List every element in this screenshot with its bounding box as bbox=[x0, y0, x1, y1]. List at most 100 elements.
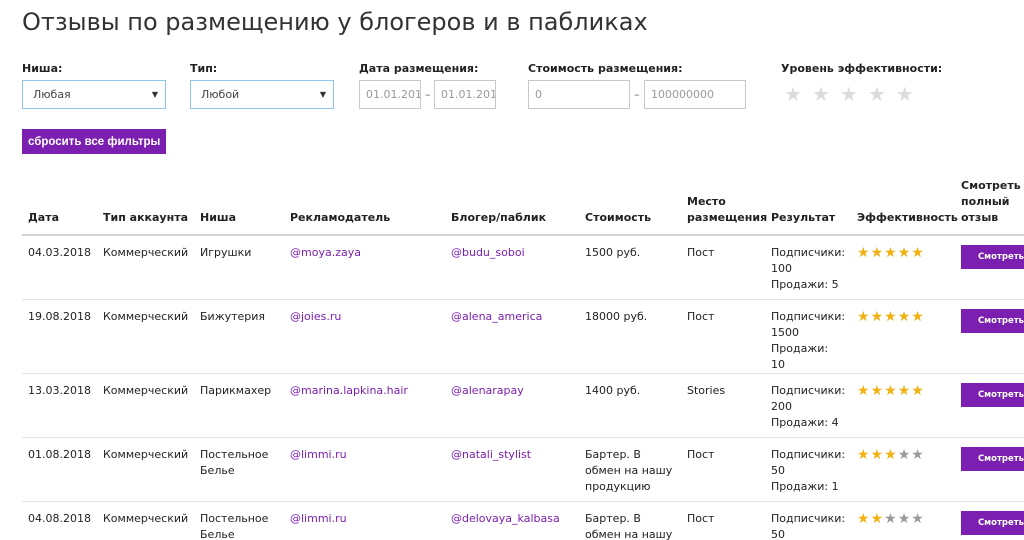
star-icon: ★ bbox=[911, 308, 924, 325]
cell-view: Смотреть bbox=[955, 373, 1024, 438]
cell-niche: Парикмахер bbox=[194, 373, 284, 438]
cell-cost: 1500 руб. bbox=[579, 235, 681, 300]
cell-result: Подписчики: 50 Продажи: 1 bbox=[765, 437, 851, 502]
star-icon: ★ bbox=[911, 382, 924, 399]
cell-niche: Постельное Белье bbox=[194, 437, 284, 502]
blogger-link[interactable]: @alena_america bbox=[445, 299, 579, 374]
cell-result: Подписчики: 200 Продажи: 4 bbox=[765, 373, 851, 438]
cost-filter-label: Стоимость размещения: bbox=[528, 62, 683, 75]
type-select-value: Любой bbox=[201, 88, 240, 101]
column-header-view-review: Смотреть полный отзыв bbox=[955, 178, 1024, 236]
star-icon[interactable]: ★ bbox=[896, 84, 914, 104]
star-icon: ★ bbox=[857, 245, 870, 261]
cell-date: 04.03.2018 bbox=[22, 235, 97, 300]
result-subscribers: Подписчики: 200 bbox=[771, 383, 846, 413]
page-title: Отзывы по размещению у блогеров и в пабл… bbox=[22, 8, 648, 36]
cell-placement: Пост bbox=[681, 501, 765, 540]
blogger-link[interactable]: @natali_stylist bbox=[445, 437, 579, 502]
star-icon: ★ bbox=[857, 446, 870, 463]
date-from-input[interactable]: 01.01.2017 bbox=[359, 80, 421, 109]
star-icon: ★ bbox=[884, 446, 897, 463]
cell-niche: Постельное Белье bbox=[194, 501, 284, 540]
cell-result: Подписчики: 1500 Продажи: 10 bbox=[765, 299, 851, 374]
advertiser-link[interactable]: @limmi.ru bbox=[284, 501, 445, 540]
cell-efficiency: ★ ★ ★ ★ ★ bbox=[851, 373, 955, 438]
cell-view: Смотреть bbox=[955, 437, 1024, 502]
advertiser-link[interactable]: @marina.lapkina.hair bbox=[284, 373, 445, 438]
cell-niche: Бижутерия bbox=[194, 299, 284, 374]
cell-account-type: Коммерческий bbox=[97, 501, 194, 540]
niche-select[interactable]: Любая ▼ bbox=[22, 80, 166, 109]
column-header-cost: Стоимость bbox=[579, 178, 681, 236]
star-icon[interactable]: ★ bbox=[840, 84, 858, 104]
table-row: 13.03.2018 Коммерческий Парикмахер @marina.… bbox=[22, 373, 1024, 438]
cell-cost: 1400 руб. bbox=[579, 373, 681, 438]
type-filter-label: Тип: bbox=[190, 62, 218, 75]
star-icon[interactable]: ★ bbox=[784, 84, 802, 104]
star-icon: ★ bbox=[870, 308, 884, 325]
star-icon: ★ bbox=[884, 382, 897, 399]
advertiser-link[interactable]: @moya.zaya bbox=[284, 235, 445, 300]
star-icon: ★ bbox=[884, 308, 897, 325]
cost-from-input[interactable]: 0 bbox=[528, 80, 630, 109]
table-row: 04.08.2018 Коммерческий Постельное Белье @l… bbox=[22, 501, 1024, 540]
cell-efficiency: ★ ★ ★ ★ ★ bbox=[851, 501, 955, 540]
table-row: 19.08.2018 Коммерческий Бижутерия @joies.ru… bbox=[22, 299, 1024, 374]
star-icon: ★ bbox=[897, 308, 911, 325]
star-icon: ★ bbox=[911, 446, 924, 463]
cell-placement: Пост bbox=[681, 437, 765, 502]
column-header-niche: Ниша bbox=[194, 178, 284, 236]
result-subscribers: Подписчики: 100 bbox=[771, 246, 846, 275]
cost-range-separator: – bbox=[634, 88, 640, 101]
cost-to-input[interactable]: 100000000 bbox=[644, 80, 746, 109]
star-icon: ★ bbox=[911, 245, 924, 261]
blogger-link[interactable]: @budu_soboi bbox=[445, 235, 579, 300]
type-select[interactable]: Любой ▼ bbox=[190, 80, 334, 109]
efficiency-star-filter[interactable]: ★ ★ ★ ★ ★ bbox=[784, 84, 914, 104]
result-sales: Продажи: 1 bbox=[771, 479, 839, 493]
view-review-button[interactable]: Смотреть bbox=[961, 382, 1024, 407]
cell-cost: Бартер. В обмен на нашу продукцию bbox=[579, 437, 681, 502]
blogger-link[interactable]: @delovaya_kalbasa bbox=[445, 501, 579, 540]
star-icon: ★ bbox=[870, 382, 884, 399]
advertiser-link[interactable]: @limmi.ru bbox=[284, 437, 445, 502]
column-header-result: Результат bbox=[765, 178, 851, 236]
star-icon[interactable]: ★ bbox=[868, 84, 886, 104]
date-to-input[interactable]: 01.01.2017 bbox=[434, 80, 496, 109]
cell-date: 01.08.2018 bbox=[22, 437, 97, 502]
column-header-blogger: Блогер/паблик bbox=[445, 178, 579, 236]
star-icon: ★ bbox=[897, 382, 911, 399]
column-header-date: Дата bbox=[22, 178, 97, 236]
niche-select-value: Любая bbox=[33, 88, 71, 101]
blogger-link[interactable]: @alenarapay bbox=[445, 373, 579, 438]
star-icon: ★ bbox=[884, 245, 897, 261]
result-sales: Продажи: 10 bbox=[771, 341, 829, 371]
cell-account-type: Коммерческий bbox=[97, 437, 194, 502]
star-icon: ★ bbox=[897, 510, 911, 527]
efficiency-filter-label: Уровень эффективности: bbox=[781, 62, 943, 75]
cell-account-type: Коммерческий bbox=[97, 373, 194, 438]
reset-filters-button[interactable]: сбросить все фильтры bbox=[22, 129, 167, 154]
cell-efficiency: ★ ★ ★ ★ ★ bbox=[851, 235, 955, 300]
star-icon: ★ bbox=[857, 510, 870, 527]
cell-view: Смотреть bbox=[955, 299, 1024, 374]
niche-filter-label: Ниша: bbox=[22, 62, 63, 75]
view-review-button[interactable]: Смотреть bbox=[961, 308, 1024, 333]
cell-view: Смотреть bbox=[955, 235, 1024, 300]
star-icon: ★ bbox=[897, 245, 911, 261]
view-review-button[interactable]: Смотреть bbox=[961, 446, 1024, 471]
star-icon: ★ bbox=[884, 510, 897, 527]
reviews-table: Дата Тип аккаунта Ниша Рекламодатель Блогер/… bbox=[22, 178, 1024, 540]
view-review-button[interactable]: Смотреть bbox=[961, 510, 1024, 535]
efficiency-rating: ★ ★ ★ ★ ★ bbox=[857, 383, 949, 398]
caret-down-icon: ▼ bbox=[319, 90, 326, 99]
star-icon: ★ bbox=[870, 446, 884, 463]
star-icon[interactable]: ★ bbox=[812, 84, 830, 104]
cell-date: 13.03.2018 bbox=[22, 373, 97, 438]
cell-account-type: Коммерческий bbox=[97, 299, 194, 374]
star-icon: ★ bbox=[857, 308, 870, 325]
advertiser-link[interactable]: @joies.ru bbox=[284, 299, 445, 374]
result-subscribers: Подписчики: 50 bbox=[771, 447, 846, 477]
view-review-button[interactable]: Смотреть bbox=[961, 245, 1024, 269]
cell-placement: Stories bbox=[681, 373, 765, 438]
